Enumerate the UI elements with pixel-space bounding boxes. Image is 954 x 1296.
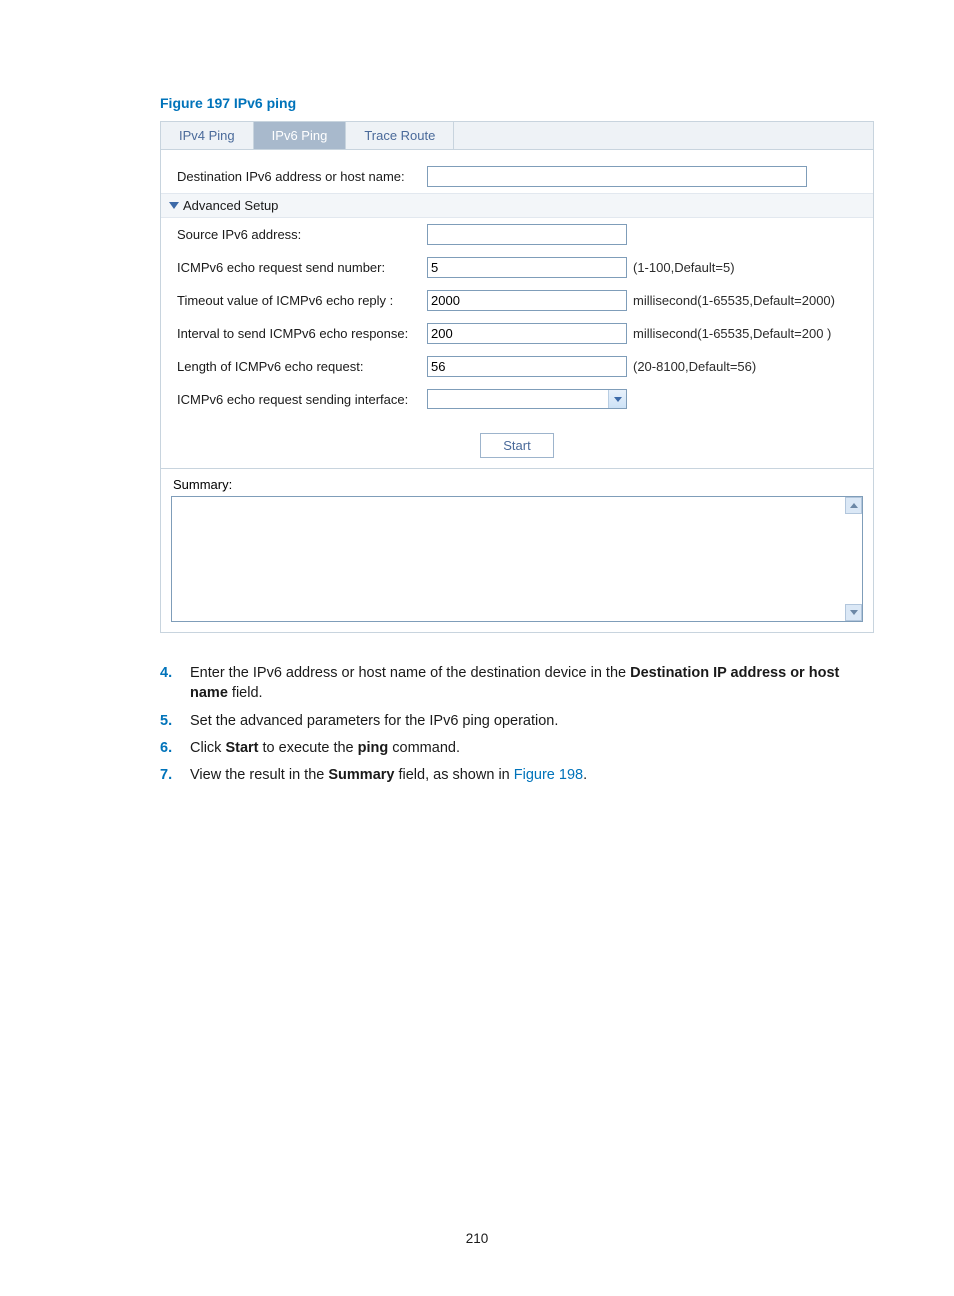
destination-label: Destination IPv6 address or host name: [171, 169, 427, 184]
interface-label: ICMPv6 echo request sending interface: [171, 392, 427, 407]
advanced-setup-toggle[interactable]: Advanced Setup [161, 193, 873, 218]
interval-hint: millisecond(1-65535,Default=200 ) [627, 326, 831, 341]
chevron-down-icon [614, 397, 622, 402]
figure-title: Figure 197 IPv6 ping [160, 95, 874, 111]
send-number-hint: (1-100,Default=5) [627, 260, 735, 275]
step-text: Set the advanced parameters for the IPv6… [190, 711, 558, 731]
advanced-setup-label: Advanced Setup [183, 198, 278, 213]
interface-select[interactable] [427, 389, 627, 409]
step-5: 5. Set the advanced parameters for the I… [160, 711, 874, 731]
step-text: Click Start to execute the ping command. [190, 738, 460, 758]
step-4: 4. Enter the IPv6 address or host name o… [160, 663, 874, 704]
timeout-hint: millisecond(1-65535,Default=2000) [627, 293, 835, 308]
interval-input[interactable] [427, 323, 627, 344]
tab-ipv4-ping[interactable]: IPv4 Ping [161, 122, 254, 149]
chevron-down-icon [169, 202, 179, 209]
step-text: Enter the IPv6 address or host name of t… [190, 663, 874, 704]
ping-panel: Destination IPv6 address or host name: A… [160, 150, 874, 633]
interface-select-value [428, 390, 608, 408]
row-send-number: ICMPv6 echo request send number: (1-100,… [171, 251, 863, 284]
scroll-up-button[interactable] [845, 497, 862, 514]
length-label: Length of ICMPv6 echo request: [171, 359, 427, 374]
page-number: 210 [0, 1231, 954, 1246]
row-source: Source IPv6 address: [171, 218, 863, 251]
row-interval: Interval to send ICMPv6 echo response: m… [171, 317, 863, 350]
summary-label: Summary: [171, 477, 863, 496]
scroll-down-button[interactable] [845, 604, 862, 621]
step-number: 4. [160, 663, 190, 704]
step-number: 7. [160, 765, 190, 785]
row-length: Length of ICMPv6 echo request: (20-8100,… [171, 350, 863, 383]
chevron-down-icon [850, 610, 858, 615]
step-6: 6. Click Start to execute the ping comma… [160, 738, 874, 758]
timeout-input[interactable] [427, 290, 627, 311]
row-interface: ICMPv6 echo request sending interface: [171, 383, 863, 415]
tab-ipv6-ping[interactable]: IPv6 Ping [254, 122, 347, 149]
start-button[interactable]: Start [480, 433, 553, 458]
length-hint: (20-8100,Default=56) [627, 359, 756, 374]
destination-input[interactable] [427, 166, 807, 187]
timeout-label: Timeout value of ICMPv6 echo reply : [171, 293, 427, 308]
tab-bar: IPv4 Ping IPv6 Ping Trace Route [160, 121, 874, 150]
chevron-up-icon [850, 503, 858, 508]
send-number-input[interactable] [427, 257, 627, 278]
instruction-list: 4. Enter the IPv6 address or host name o… [160, 663, 874, 785]
row-timeout: Timeout value of ICMPv6 echo reply : mil… [171, 284, 863, 317]
send-number-label: ICMPv6 echo request send number: [171, 260, 427, 275]
step-number: 5. [160, 711, 190, 731]
summary-textarea[interactable] [171, 496, 863, 622]
source-label: Source IPv6 address: [171, 227, 427, 242]
step-text: View the result in the Summary field, as… [190, 765, 587, 785]
interval-label: Interval to send ICMPv6 echo response: [171, 326, 427, 341]
interface-select-button[interactable] [608, 390, 626, 408]
step-number: 6. [160, 738, 190, 758]
tab-trace-route[interactable]: Trace Route [346, 122, 454, 149]
step-7: 7. View the result in the Summary field,… [160, 765, 874, 785]
length-input[interactable] [427, 356, 627, 377]
figure-198-link[interactable]: Figure 198 [514, 767, 583, 783]
row-destination: Destination IPv6 address or host name: [171, 160, 863, 193]
source-input[interactable] [427, 224, 627, 245]
